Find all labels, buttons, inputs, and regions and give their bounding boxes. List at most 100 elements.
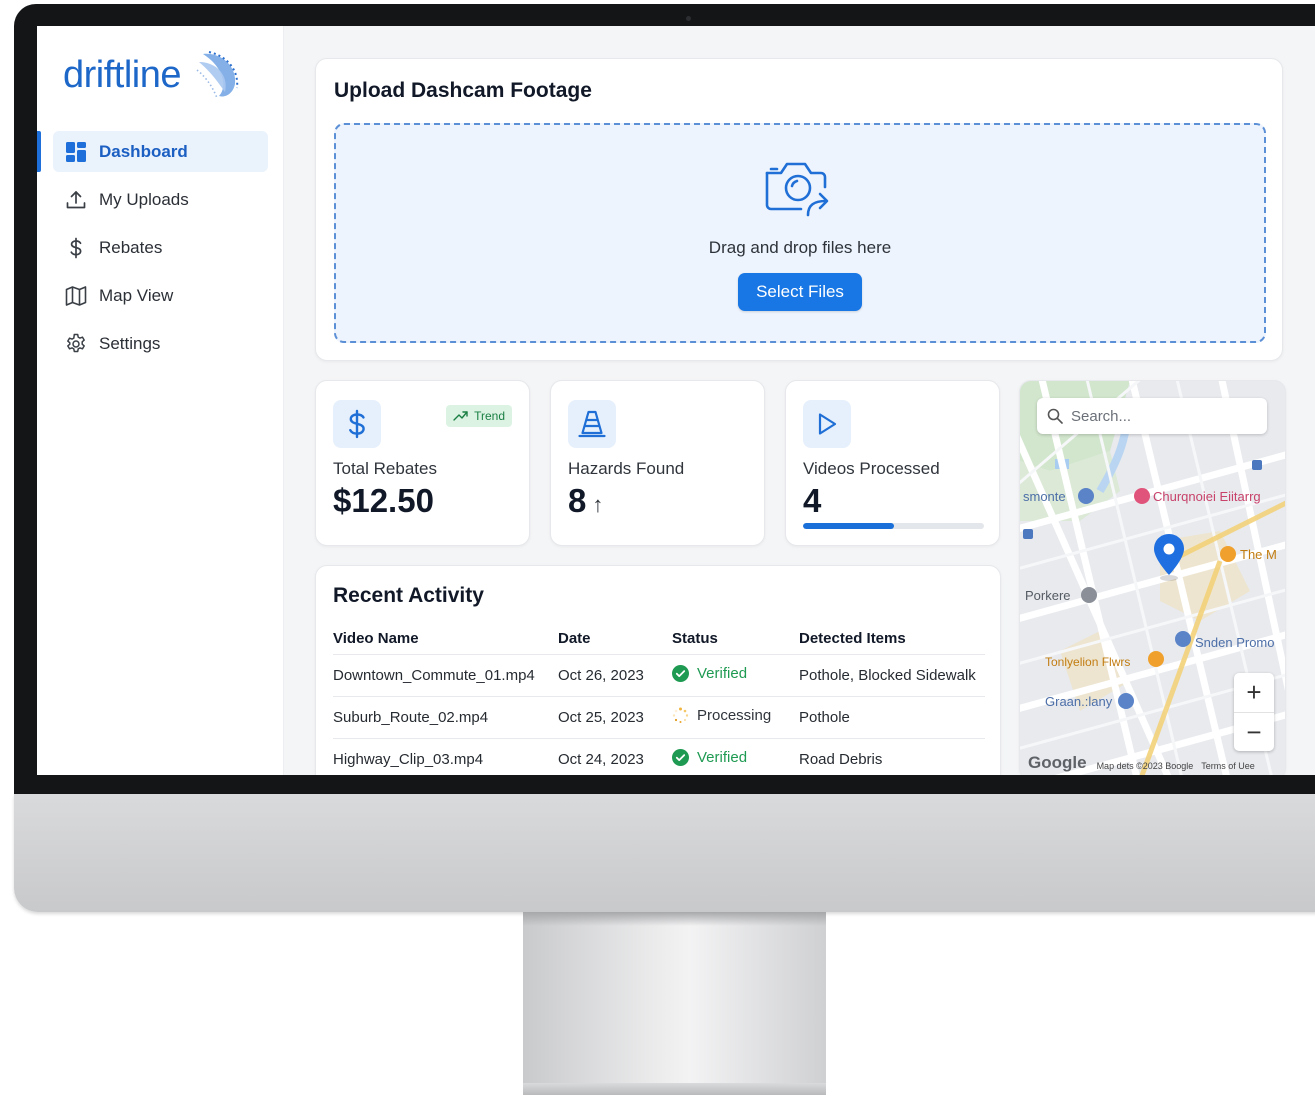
brand-logo[interactable]: driftline [63, 48, 241, 102]
sidebar-nav: Dashboard My Uploads Rebates Map View Se… [37, 131, 284, 371]
monitor-stand-shadow [523, 912, 826, 926]
upload-card: Upload Dashcam Footage Drag and drop fil… [315, 58, 1283, 361]
map-place-label[interactable]: Graan.:lany [1045, 694, 1112, 709]
brand-mark-icon [196, 51, 239, 99]
monitor-stand-base [523, 1083, 826, 1095]
map-attribution: Map dets ©2023 Boogle [1096, 761, 1194, 771]
sidebar: driftline Dashboard My Uploads Rebates M… [37, 26, 284, 775]
camera-dot [686, 16, 691, 21]
map-terms-link[interactable]: Terms of Uee [1201, 761, 1255, 771]
screen: driftline Dashboard My Uploads Rebates M… [37, 26, 1315, 775]
stat-value: 4 [803, 482, 822, 519]
trend-arrow-icon: ↑ [592, 492, 604, 517]
sidebar-item-settings[interactable]: Settings [53, 323, 268, 364]
zoom-out-button[interactable]: − [1234, 712, 1274, 751]
brand-name: driftline [63, 53, 182, 96]
sidebar-item-label: Settings [99, 333, 161, 353]
column-header[interactable]: Video Name [333, 624, 558, 654]
column-header[interactable]: Date [558, 624, 672, 654]
monitor-stand [523, 912, 826, 1095]
status-badge: Processing [672, 707, 771, 724]
status-cell: Verified [672, 653, 799, 696]
date-cell: Oct 24, 2023 [558, 737, 672, 775]
dollar-icon [65, 237, 87, 259]
map-place-label[interactable]: The M [1240, 547, 1277, 562]
select-files-button[interactable]: Select Files [738, 273, 862, 311]
check-circle-icon [672, 748, 689, 766]
dollar-icon [333, 400, 381, 448]
traffic-cone-icon [568, 400, 616, 448]
column-header[interactable]: Status [672, 624, 799, 654]
sidebar-item-map-view[interactable]: Map View [53, 275, 268, 316]
stat-label: Total Rebates [333, 459, 437, 478]
total-rebates-card: Trend Total Rebates $12.50 [315, 380, 530, 546]
sidebar-item-dashboard[interactable]: Dashboard [37, 131, 268, 172]
upload-icon [65, 189, 87, 211]
dashboard-icon [65, 141, 87, 163]
status-text: Verified [697, 664, 748, 682]
sidebar-item-my-uploads[interactable]: My Uploads [53, 179, 268, 220]
map-place-label[interactable]: Porkere [1025, 588, 1071, 603]
column-header[interactable]: Detected Items [799, 624, 985, 654]
sidebar-item-rebates[interactable]: Rebates [53, 227, 268, 268]
search-icon [1047, 408, 1063, 424]
map-place-label[interactable]: Tonlyelion Flwrs [1045, 655, 1130, 669]
sidebar-item-label: My Uploads [99, 189, 189, 209]
status-text: Verified [697, 748, 748, 766]
camera-upload-icon [765, 162, 829, 217]
spinner-icon [672, 707, 689, 724]
map-icon [65, 285, 87, 307]
detected-items-cell: Pothole [799, 695, 985, 738]
map-place-label[interactable]: Snden Promo [1195, 635, 1275, 650]
date-cell: Oct 25, 2023 [558, 695, 672, 738]
videos-progress-fill [803, 523, 894, 529]
table-header-row: Video Name Date Status Detected Items [333, 624, 985, 654]
zoom-in-button[interactable]: + [1234, 673, 1274, 712]
videos-progress-bar [803, 523, 984, 529]
map-widget[interactable]: smonte Churqnoiei Eiitarrg The M Porkere… [1019, 380, 1286, 775]
video-name-cell: Suburb_Route_02.mp4 [333, 695, 558, 738]
play-icon [803, 400, 851, 448]
hazards-found-card: Hazards Found 8 ↑ [550, 380, 765, 546]
status-badge: Verified [672, 664, 748, 682]
sidebar-item-label: Dashboard [99, 141, 188, 161]
gear-icon [65, 333, 87, 355]
detected-items-cell: Pothole, Blocked Sidewalk [799, 653, 985, 696]
recent-activity-card: Recent Activity Video Name Date Status D… [315, 565, 1001, 775]
map-zoom-controls: + − [1234, 673, 1274, 751]
upload-title: Upload Dashcam Footage [334, 79, 592, 102]
activity-title: Recent Activity [333, 584, 484, 607]
sidebar-item-label: Map View [99, 285, 174, 305]
sidebar-item-label: Rebates [99, 237, 163, 257]
file-dropzone[interactable]: Drag and drop files here Select Files [334, 123, 1266, 343]
map-place-label[interactable]: Churqnoiei Eiitarrg [1153, 489, 1261, 504]
stat-label: Videos Processed [803, 459, 940, 478]
stat-value: $12.50 [333, 482, 434, 519]
trend-label: Trend [474, 409, 505, 423]
video-name-cell: Downtown_Commute_01.mp4 [333, 653, 558, 696]
map-place-label[interactable]: smonte [1023, 489, 1066, 504]
google-logo: Google [1028, 753, 1087, 772]
dropzone-text: Drag and drop files here [708, 238, 892, 257]
trend-badge: Trend [446, 405, 512, 427]
map-footer: Google Map dets ©2023 Boogle Terms of Ue… [1028, 753, 1255, 773]
status-text: Processing [697, 706, 772, 724]
map-search-input[interactable] [1071, 407, 1251, 425]
stat-value: 8 ↑ [568, 482, 603, 520]
table-row[interactable]: Suburb_Route_02.mp4 Oct 25, 2023 Process… [333, 695, 985, 738]
map-search-box[interactable] [1037, 398, 1267, 434]
stat-label: Hazards Found [568, 459, 685, 478]
videos-processed-card: Videos Processed 4 [785, 380, 1000, 546]
status-cell: Processing [672, 695, 799, 738]
table-row[interactable]: Highway_Clip_03.mp4 Oct 24, 2023 Verifie… [333, 737, 985, 775]
date-cell: Oct 26, 2023 [558, 653, 672, 696]
monitor-chin [14, 794, 1315, 912]
trend-up-icon [453, 411, 468, 421]
status-cell: Verified [672, 737, 799, 775]
hazards-count: 8 [568, 482, 587, 519]
detected-items-cell: Road Debris [799, 737, 985, 775]
table-row[interactable]: Downtown_Commute_01.mp4 Oct 26, 2023 Ver… [333, 653, 985, 696]
status-badge: Verified [672, 748, 748, 766]
activity-table: Video Name Date Status Detected Items Do… [333, 624, 985, 775]
video-name-cell: Highway_Clip_03.mp4 [333, 737, 558, 775]
